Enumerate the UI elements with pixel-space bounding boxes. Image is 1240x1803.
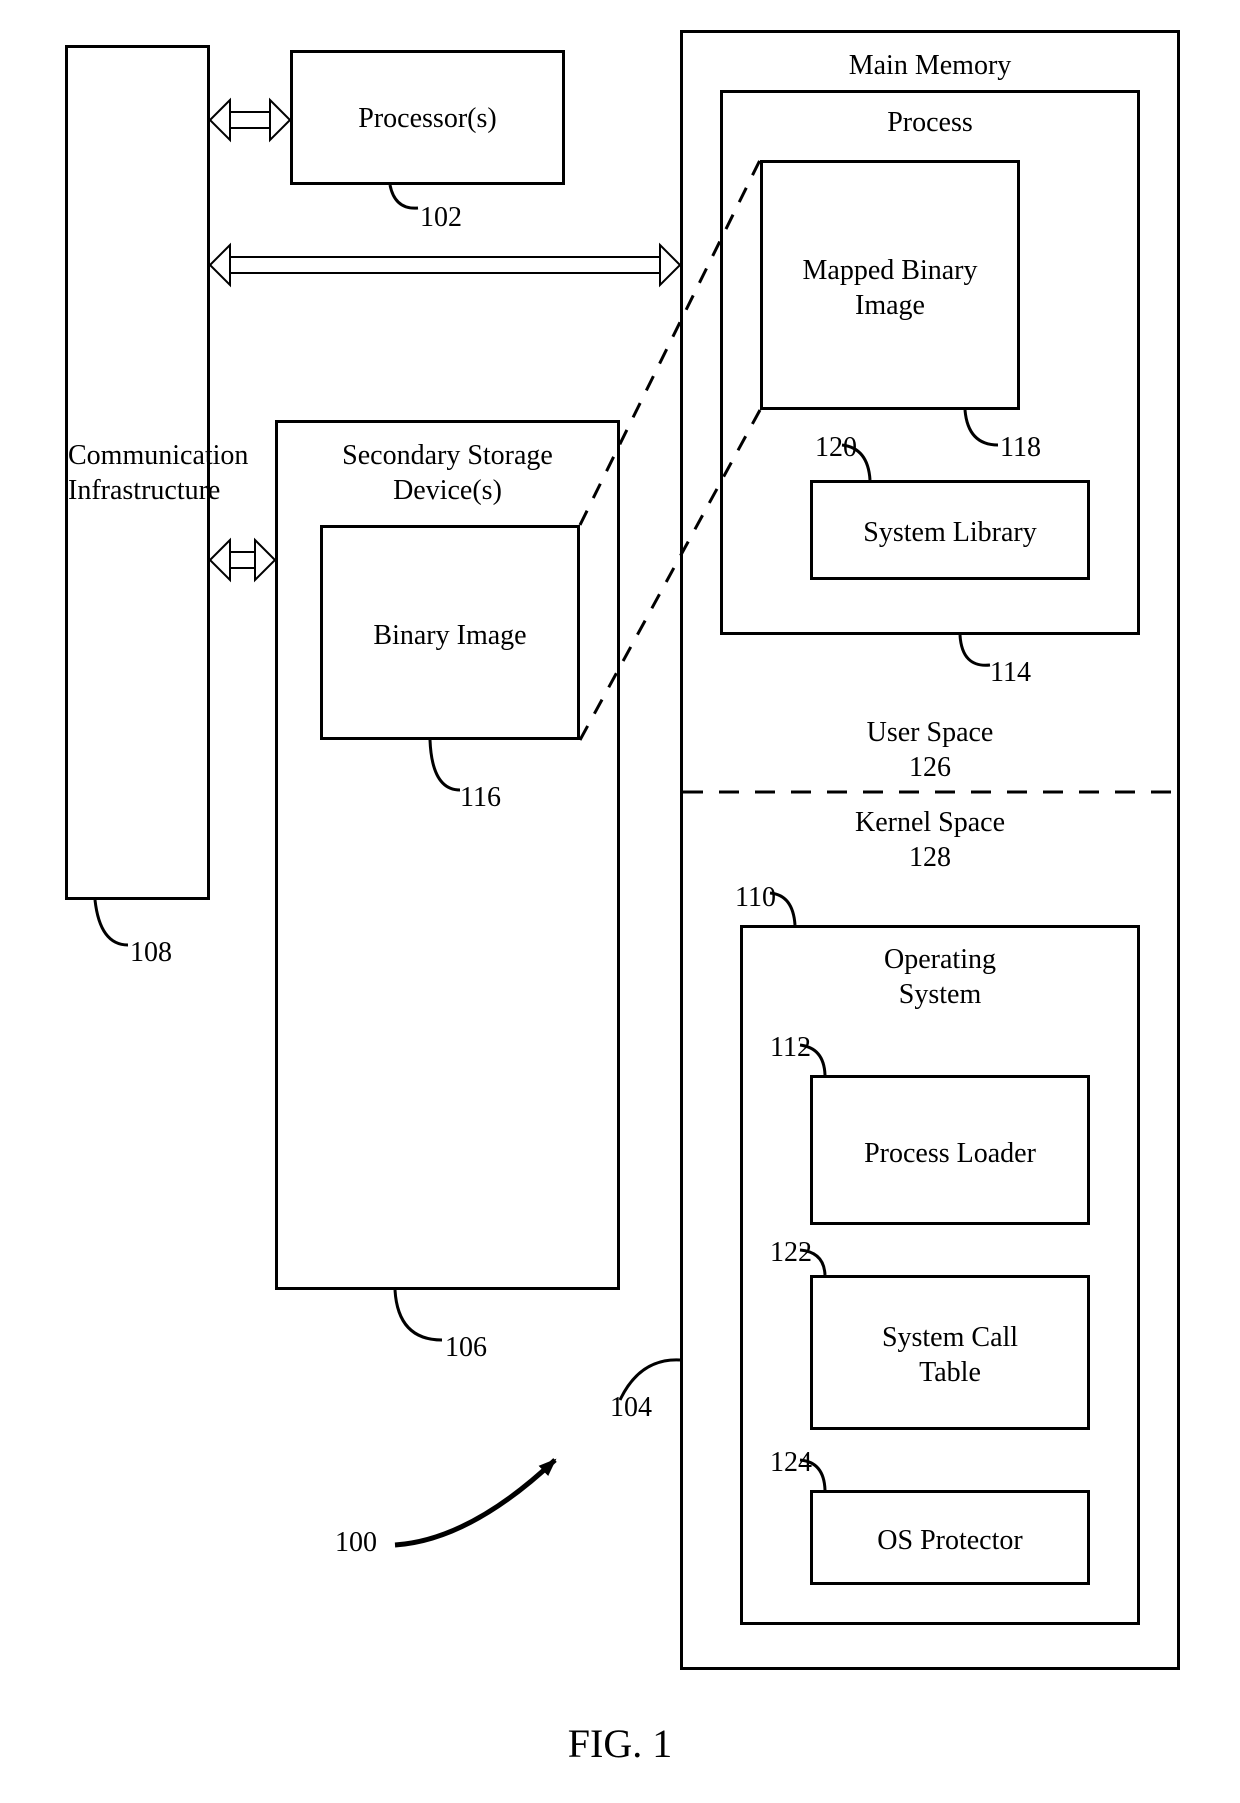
processor-ref: 102 xyxy=(420,200,462,235)
os-protector-label: OS Protector xyxy=(813,1523,1087,1558)
syscall-table-box: System Call Table xyxy=(810,1275,1090,1430)
kernel-space-label: Kernel Space xyxy=(680,805,1180,840)
mapped-binary-box: Mapped Binary Image xyxy=(760,160,1020,410)
binary-image-box: Binary Image xyxy=(320,525,580,740)
processor-label: Processor(s) xyxy=(293,101,562,136)
comm-infra-label: Communication Infrastructure xyxy=(68,438,207,508)
binary-image-ref: 116 xyxy=(460,780,501,815)
process-loader-box: Process Loader xyxy=(810,1075,1090,1225)
secondary-storage-ref: 106 xyxy=(445,1330,487,1365)
overall-ref: 100 xyxy=(335,1525,377,1560)
process-ref: 114 xyxy=(990,655,1031,690)
mapped-binary-label: Mapped Binary Image xyxy=(763,253,1017,323)
figure-label: FIG. 1 xyxy=(0,1720,1240,1767)
syscall-table-label: System Call Table xyxy=(813,1320,1087,1390)
user-space-label: User Space xyxy=(680,715,1180,750)
comm-infra-ref: 108 xyxy=(130,935,172,970)
user-space-ref: 126 xyxy=(680,750,1180,785)
kernel-space-ref: 128 xyxy=(680,840,1180,875)
process-label: Process xyxy=(723,105,1137,140)
main-memory-ref: 104 xyxy=(610,1390,652,1425)
os-protector-ref: 124 xyxy=(770,1445,812,1480)
processor-box: Processor(s) xyxy=(290,50,565,185)
os-label: Operating System xyxy=(743,942,1137,1012)
os-ref: 110 xyxy=(735,880,776,915)
process-loader-ref: 112 xyxy=(770,1030,811,1065)
system-library-label: System Library xyxy=(813,515,1087,550)
system-library-ref: 120 xyxy=(815,430,857,465)
secondary-storage-label: Secondary Storage Device(s) xyxy=(278,438,617,508)
mapped-binary-ref: 118 xyxy=(1000,430,1041,465)
system-library-box: System Library xyxy=(810,480,1090,580)
os-protector-box: OS Protector xyxy=(810,1490,1090,1585)
binary-image-label: Binary Image xyxy=(323,618,577,653)
main-memory-label: Main Memory xyxy=(683,48,1177,83)
process-loader-label: Process Loader xyxy=(813,1136,1087,1171)
comm-infra-box: Communication Infrastructure xyxy=(65,45,210,900)
syscall-table-ref: 122 xyxy=(770,1235,812,1270)
